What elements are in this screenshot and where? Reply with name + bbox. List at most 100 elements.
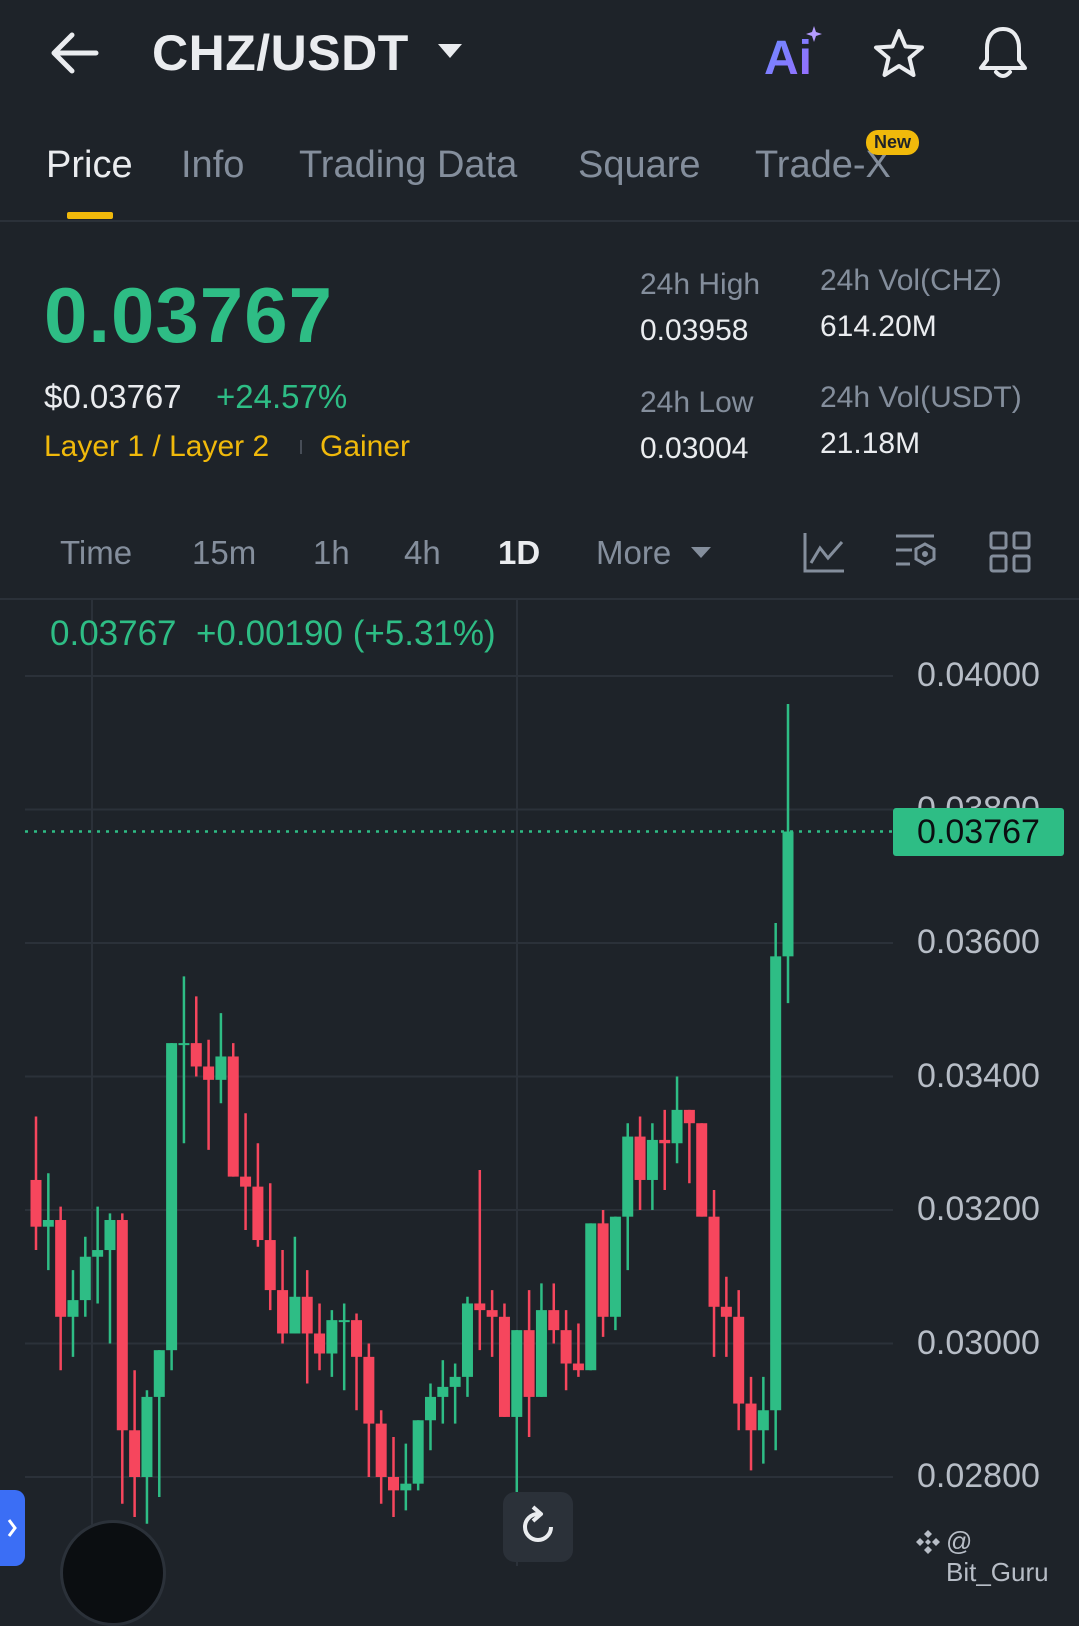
candle-body [449,1376,461,1387]
current-price-tag: 0.03767 [893,808,1064,856]
candle-body [782,831,794,957]
candle-body [153,1350,165,1397]
candle-body [338,1320,350,1323]
candle-body [770,956,782,1411]
candle-body [104,1220,116,1251]
candle-body [486,1310,498,1317]
candle-body [609,1216,621,1317]
high-value: 0.03958 [640,314,749,347]
y-axis-label: 0.03600 [917,923,1040,961]
candle-body [671,1109,683,1144]
candle-body [215,1056,227,1080]
candle-body [560,1330,572,1364]
last-price: 0.03767 [44,271,333,359]
candle-body [129,1430,141,1477]
vol-usdt-label: 24h Vol(USDT) [820,381,1022,414]
ai-icon[interactable]: Ai [764,24,826,85]
candle-body [116,1220,128,1431]
candle-body [572,1363,584,1371]
candle-body [363,1356,375,1424]
reset-chart-button[interactable] [503,1492,573,1562]
layout-grid-icon[interactable] [988,530,1032,579]
candle-body [634,1136,646,1180]
candle-body [42,1220,54,1227]
tab-divider [0,220,1079,222]
candle-body [622,1136,634,1217]
y-axis-label: 0.02800 [917,1457,1040,1495]
category-tag[interactable]: Layer 1 / Layer 2 [44,430,269,464]
candle-body [79,1256,91,1301]
candle-body [461,1303,473,1377]
candle-body [141,1396,153,1477]
y-axis-label: 0.03000 [917,1323,1040,1362]
bell-icon[interactable] [976,24,1030,87]
usd-price: $0.03767 [44,378,182,415]
candle-body [166,1043,178,1351]
candle-body [240,1176,252,1187]
candle-body [92,1250,104,1257]
candle-body [400,1483,412,1491]
tf-1d[interactable]: 1D [498,534,540,572]
chart-settings-icon[interactable] [894,530,940,579]
ai-label: Ai [764,32,812,80]
chart-change: +0.00190 [195,614,343,653]
candle-body [683,1109,695,1124]
tf-15m[interactable]: 15m [192,534,256,572]
y-axis-label: 0.04000 [917,656,1040,694]
low-label: 24h Low [640,386,754,419]
candle-body [67,1300,79,1317]
tab-price[interactable]: Price [46,144,133,187]
tf-time[interactable]: Time [60,534,132,572]
candle-body [696,1123,708,1217]
more-chevron-icon[interactable] [690,546,712,565]
candle-body [351,1320,363,1357]
gainer-tag[interactable]: Gainer [320,430,410,464]
candle-body [424,1396,436,1421]
candle-body [227,1056,239,1177]
tab-info[interactable]: Info [181,144,244,187]
tab-square[interactable]: Square [578,144,701,187]
chart-ohlc-readout: 0.03767 +0.00190 (+5.31%) [50,614,496,654]
candle-body [745,1403,757,1431]
candle-body [190,1043,202,1067]
candle-body [511,1330,523,1417]
tradingview-logo[interactable] [60,1520,166,1626]
watermark: @ Bit_Guru [946,1526,1049,1587]
candle-body [326,1320,338,1354]
tag-separator [300,440,302,454]
candle-body [585,1223,597,1371]
tf-more[interactable]: More [596,534,671,572]
candle-body [659,1139,671,1144]
candle-body [720,1306,732,1317]
candle-body [733,1316,745,1404]
change-percent: +24.57% [216,378,348,415]
chart-price: 0.03767 [50,614,177,653]
candle-body [301,1296,313,1334]
tf-1h[interactable]: 1h [313,534,350,572]
candle-body [203,1066,215,1080]
candle-body [277,1290,289,1334]
active-tab-indicator [67,212,113,219]
chart-change-pct: (+5.31%) [352,614,496,653]
refresh-icon [523,1505,553,1542]
chevron-down-icon[interactable] [436,42,464,65]
candle-body [437,1386,449,1397]
candle-body [178,1043,190,1046]
pair-title[interactable]: CHZ/USDT [152,24,409,82]
candle-body [289,1296,301,1334]
star-icon[interactable] [872,28,926,85]
candle-body [314,1333,326,1354]
candle-body [388,1477,400,1491]
candle-body [523,1330,535,1397]
candle-body [498,1316,510,1417]
tf-4h[interactable]: 4h [404,534,441,572]
candle-body [264,1240,276,1291]
indicator-chart-icon[interactable] [802,530,846,579]
tab-trading-data[interactable]: Trading Data [299,144,517,187]
back-icon[interactable] [48,30,100,76]
side-drawer-tab[interactable] [0,1490,25,1566]
candle-body [757,1410,769,1431]
tab-bar: Price Info Trading Data Square Trade-X [0,140,1079,220]
binance-logo-icon [914,1528,942,1561]
candle-body [55,1220,67,1317]
